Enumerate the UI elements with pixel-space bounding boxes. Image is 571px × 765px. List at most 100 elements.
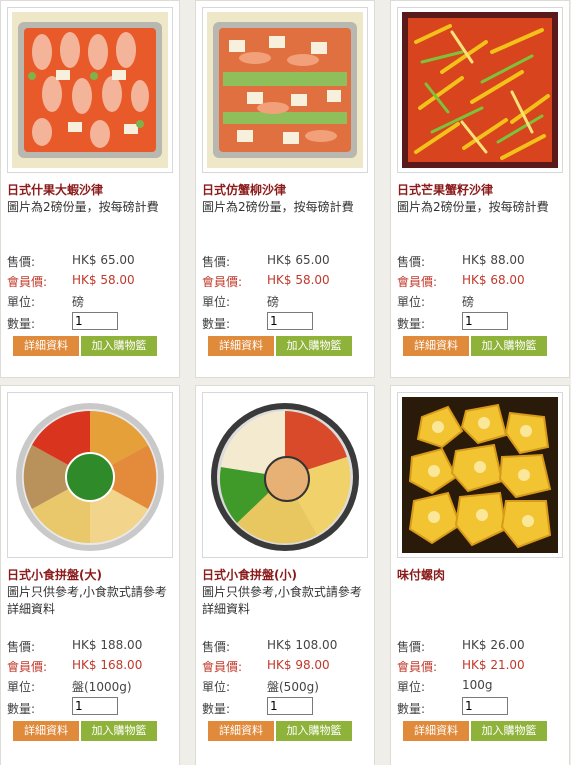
unit-label: 單位: xyxy=(202,680,231,694)
member-price-value: HK$ 68.00 xyxy=(462,273,525,287)
member-price-label: 會員價: xyxy=(202,275,243,289)
price-row: 售價: HK$ 108.00 xyxy=(202,638,337,655)
mango-roe-salad-photo xyxy=(402,12,558,168)
quantity-label: 數量: xyxy=(7,317,36,331)
detail-button[interactable]: 詳細資料 xyxy=(403,336,469,356)
quantity-row: 數量: xyxy=(202,312,313,332)
product-name[interactable]: 日式小食拼盤(小) xyxy=(202,566,297,583)
quantity-input[interactable] xyxy=(267,312,313,330)
quantity-input[interactable] xyxy=(462,312,508,330)
unit-value: 100g xyxy=(462,678,493,692)
price-label: 售價: xyxy=(202,255,231,269)
quantity-label: 數量: xyxy=(7,702,36,716)
unit-row: 單位: 盤(1000g) xyxy=(7,678,132,695)
unit-label: 單位: xyxy=(397,295,426,309)
unit-label: 單位: xyxy=(7,680,36,694)
product-name[interactable]: 日式芒果蟹籽沙律 xyxy=(397,181,493,198)
detail-button[interactable]: 詳細資料 xyxy=(13,721,79,741)
price-value: HK$ 188.00 xyxy=(72,638,143,652)
member-price-row: 會員價: HK$ 21.00 xyxy=(397,658,525,675)
add-to-cart-button[interactable]: 加入購物籃 xyxy=(276,721,352,741)
product-name[interactable]: 日式什果大蝦沙律 xyxy=(7,181,103,198)
large-snack-platter-photo xyxy=(12,397,168,553)
unit-value: 磅 xyxy=(462,295,475,309)
product-card: 日式仿蟹柳沙律 圖片為2磅份量，按每磅計費 售價: HK$ 65.00 會員價: H… xyxy=(195,0,375,378)
member-price-label: 會員價: xyxy=(202,660,243,674)
member-price-label: 會員價: xyxy=(397,660,438,674)
member-price-row: 會員價: HK$ 68.00 xyxy=(397,273,525,290)
price-label: 售價: xyxy=(202,640,231,654)
unit-label: 單位: xyxy=(397,680,426,694)
product-name[interactable]: 日式小食拼盤(大) xyxy=(7,566,102,583)
product-image[interactable] xyxy=(397,7,563,173)
quantity-row: 數量: xyxy=(7,312,118,332)
price-value: HK$ 88.00 xyxy=(462,253,525,267)
member-price-row: 會員價: HK$ 58.00 xyxy=(202,273,330,290)
quantity-label: 數量: xyxy=(397,317,426,331)
member-price-value: HK$ 98.00 xyxy=(267,658,330,672)
quantity-row: 數量: xyxy=(397,697,508,717)
product-description: 圖片為2磅份量，按每磅計費 xyxy=(202,200,354,214)
detail-button[interactable]: 詳細資料 xyxy=(208,336,274,356)
unit-row: 單位: 磅 xyxy=(7,293,84,310)
product-name[interactable]: 味付螺肉 xyxy=(397,566,445,583)
product-name[interactable]: 日式仿蟹柳沙律 xyxy=(202,181,286,198)
member-price-label: 會員價: xyxy=(397,275,438,289)
product-card: 日式什果大蝦沙律 圖片為2磅份量，按每磅計費 售價: HK$ 65.00 會員價:… xyxy=(0,0,180,378)
quantity-label: 數量: xyxy=(202,702,231,716)
quantity-label: 數量: xyxy=(397,702,426,716)
product-description: 圖片為2磅份量，按每磅計費 xyxy=(7,200,159,214)
product-image[interactable] xyxy=(7,7,173,173)
price-label: 售價: xyxy=(7,255,36,269)
product-image[interactable] xyxy=(397,392,563,558)
quantity-row: 數量: xyxy=(202,697,313,717)
product-card: 味付螺肉 售價: HK$ 26.00 會員價: HK$ 21.00 單位: 100g … xyxy=(390,385,570,765)
unit-row: 單位: 100g xyxy=(397,678,493,695)
price-row: 售價: HK$ 65.00 xyxy=(7,253,135,270)
product-description: 圖片為2磅份量，按每磅計費 xyxy=(397,200,549,214)
add-to-cart-button[interactable]: 加入購物籃 xyxy=(471,336,547,356)
detail-button[interactable]: 詳細資料 xyxy=(208,721,274,741)
member-price-value: HK$ 58.00 xyxy=(267,273,330,287)
add-to-cart-button[interactable]: 加入購物籃 xyxy=(81,336,157,356)
detail-button[interactable]: 詳細資料 xyxy=(403,721,469,741)
price-value: HK$ 65.00 xyxy=(267,253,330,267)
product-card: 日式芒果蟹籽沙律 圖片為2磅份量，按每磅計費 售價: HK$ 88.00 會員價:… xyxy=(390,0,570,378)
member-price-value: HK$ 58.00 xyxy=(72,273,135,287)
product-image[interactable] xyxy=(7,392,173,558)
unit-row: 單位: 磅 xyxy=(202,293,279,310)
unit-label: 單位: xyxy=(202,295,231,309)
unit-value: 磅 xyxy=(267,295,280,309)
member-price-label: 會員價: xyxy=(7,275,48,289)
product-image[interactable] xyxy=(202,392,368,558)
quantity-label: 數量: xyxy=(202,317,231,331)
price-value: HK$ 26.00 xyxy=(462,638,525,652)
unit-value: 盤(500g) xyxy=(267,680,319,694)
product-description: 圖片只供參考,小食款式請參考詳細資料 xyxy=(202,585,362,616)
product-description: 圖片只供參考,小食款式請參考詳細資料 xyxy=(7,585,167,616)
price-label: 售價: xyxy=(397,640,426,654)
add-to-cart-button[interactable]: 加入購物籃 xyxy=(81,721,157,741)
crab-stick-salad-photo xyxy=(207,12,363,168)
quantity-input[interactable] xyxy=(462,697,508,715)
add-to-cart-button[interactable]: 加入購物籃 xyxy=(471,721,547,741)
add-to-cart-button[interactable]: 加入購物籃 xyxy=(276,336,352,356)
small-snack-platter-photo xyxy=(207,397,363,553)
marinated-whelk-photo xyxy=(402,397,558,553)
quantity-input[interactable] xyxy=(72,697,118,715)
quantity-input[interactable] xyxy=(267,697,313,715)
member-price-value: HK$ 21.00 xyxy=(462,658,525,672)
price-label: 售價: xyxy=(397,255,426,269)
quantity-row: 數量: xyxy=(397,312,508,332)
member-price-value: HK$ 168.00 xyxy=(72,658,143,672)
member-price-label: 會員價: xyxy=(7,660,48,674)
member-price-row: 會員價: HK$ 98.00 xyxy=(202,658,330,675)
shrimp-salad-photo xyxy=(12,12,168,168)
price-value: HK$ 108.00 xyxy=(267,638,338,652)
product-card: 日式小食拼盤(大) 圖片只供參考,小食款式請參考詳細資料 售價: HK$ 188.… xyxy=(0,385,180,765)
detail-button[interactable]: 詳細資料 xyxy=(13,336,79,356)
quantity-input[interactable] xyxy=(72,312,118,330)
product-image[interactable] xyxy=(202,7,368,173)
price-value: HK$ 65.00 xyxy=(72,253,135,267)
unit-value: 磅 xyxy=(72,295,85,309)
